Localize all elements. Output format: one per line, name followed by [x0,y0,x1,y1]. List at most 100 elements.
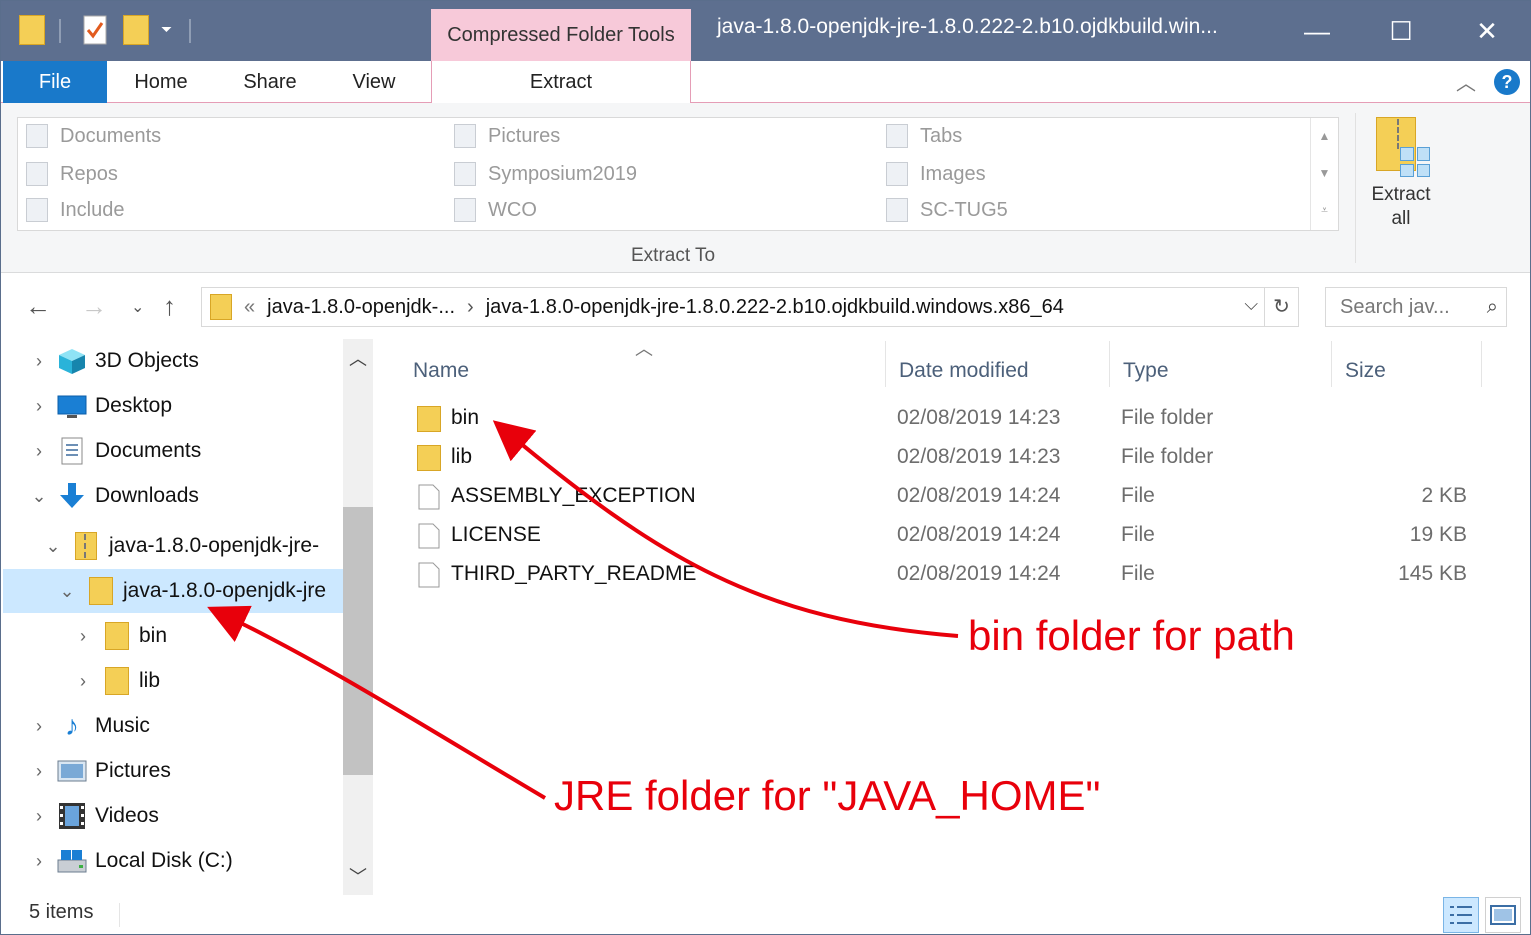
chevron-down-icon[interactable]: ⌄ [27,486,51,507]
extract-all-button[interactable]: Extract all [1363,117,1439,231]
chevron-up-icon[interactable]: ︿ [343,345,373,371]
extract-destination[interactable]: Include [26,198,125,222]
file-row[interactable]: LICENSE 02/08/2019 14:24 File 19 KB [411,515,1491,554]
tree-item-lib[interactable]: › lib [71,659,160,703]
breadcrumb-separator[interactable]: › [467,296,474,319]
extract-all-label: all [1391,208,1411,229]
chevron-right-icon[interactable]: › [27,761,51,782]
tree-item-pictures[interactable]: › Pictures [27,749,171,793]
tab-home[interactable]: Home [115,61,207,103]
tree-item-music[interactable]: › ♪ Music [27,704,150,748]
file-row[interactable]: THIRD_PARTY_README 02/08/2019 14:24 File… [411,554,1491,593]
tree-item-local-disk[interactable]: › Local Disk (C:) [27,839,233,883]
close-button[interactable]: ✕ [1457,9,1517,53]
file-row[interactable]: lib 02/08/2019 14:23 File folder [411,437,1491,476]
extract-destination[interactable]: SC-TUG5 [886,198,1008,222]
folder-icon [886,198,908,222]
chevron-right-icon[interactable]: › [71,671,95,692]
extract-destination[interactable]: Images [886,162,986,186]
forward-arrow-icon[interactable]: → [81,291,107,322]
column-header-date[interactable]: Date modified [899,351,1029,391]
tree-item-jre-folder[interactable]: ⌄ java-1.8.0-openjdk-jre [55,569,343,613]
extract-destination[interactable]: Symposium2019 [454,162,637,186]
item-count: 5 items [29,901,94,923]
title-bar: ⏷ Compressed Folder Tools java-1.8.0-ope… [1,1,1530,61]
tree-item-downloads[interactable]: ⌄ Downloads [27,474,199,518]
chevron-right-icon[interactable]: › [27,716,51,737]
breadcrumb-overflow[interactable]: « [244,296,255,319]
recent-locations-icon[interactable]: ⌄ [131,297,144,317]
status-divider [119,903,120,927]
tab-extract[interactable]: Extract [431,61,691,104]
breadcrumb-segment[interactable]: java-1.8.0-openjdk-... [267,296,455,319]
file-date: 02/08/2019 14:24 [897,562,1061,585]
large-icons-view-button[interactable] [1485,897,1521,933]
maximize-button[interactable]: ☐ [1371,9,1431,53]
status-bar: 5 items [1,895,1530,934]
chevron-right-icon[interactable]: › [27,441,51,462]
chevron-down-icon[interactable]: ⌵ [1244,294,1258,315]
file-row[interactable]: bin 02/08/2019 14:23 File folder [411,398,1491,437]
breadcrumb-segment[interactable]: java-1.8.0-openjdk-jre-1.8.0.222-2.b10.o… [486,296,1064,319]
navigation-bar: ← → ⌄ ↑ « java-1.8.0-openjdk-... › java-… [1,273,1530,339]
collapse-ribbon-icon[interactable]: ︿ [1456,67,1476,96]
tree-item-bin[interactable]: › bin [71,614,167,658]
column-divider[interactable] [1481,341,1482,387]
extract-destination[interactable]: Repos [26,162,118,186]
videos-icon [57,802,87,830]
tree-item-zip-folder[interactable]: ⌄ java-1.8.0-openjdk-jre- [41,524,319,568]
chevron-right-icon[interactable]: › [27,851,51,872]
tree-item-label: Documents [95,439,202,462]
extract-destination[interactable]: WCO [454,198,537,222]
column-header-size[interactable]: Size [1345,351,1386,391]
properties-icon[interactable] [83,15,107,50]
chevron-right-icon[interactable]: › [27,806,51,827]
downloads-icon [57,482,87,510]
chevron-right-icon[interactable]: › [27,396,51,417]
search-input[interactable]: Search jav... ⌕ [1325,287,1507,327]
documents-icon [57,437,87,465]
chevron-right-icon[interactable]: › [27,351,51,372]
details-view-button[interactable] [1443,897,1479,933]
column-divider[interactable] [885,341,886,387]
nav-scrollbar[interactable]: ︿ ﹀ [343,339,373,895]
extract-destination[interactable]: Documents [26,124,161,148]
ribbon-tabs: File Home Share View Extract ︿ ? [1,61,1530,104]
chevron-down-icon[interactable]: ⌄ [55,581,79,602]
scrollbar-thumb[interactable] [343,507,373,775]
gallery-expand-icon[interactable]: ⩡ [1311,192,1338,229]
tab-view[interactable]: View [331,61,417,103]
gallery-down-icon[interactable]: ▼ [1311,155,1338,192]
address-bar[interactable]: « java-1.8.0-openjdk-... › java-1.8.0-op… [201,287,1299,327]
search-placeholder: Search jav... [1340,296,1450,318]
chevron-down-icon[interactable]: ﹀ [343,863,373,889]
zip-folder-icon [71,532,101,560]
tree-item-videos[interactable]: › Videos [27,794,159,838]
tree-item-desktop[interactable]: › Desktop [27,384,172,428]
column-divider[interactable] [1331,341,1332,387]
tab-file[interactable]: File [3,61,107,103]
back-arrow-icon[interactable]: ← [25,291,51,322]
extract-destination[interactable]: Pictures [454,124,560,148]
column-header-name[interactable]: Name [413,351,469,391]
file-size: 19 KB [1409,523,1467,546]
qat-customize-icon[interactable]: ⏷ [161,21,172,38]
help-icon[interactable]: ? [1494,69,1520,95]
minimize-button[interactable]: — [1287,9,1347,53]
refresh-icon[interactable]: ↻ [1264,288,1298,326]
column-divider[interactable] [1109,341,1110,387]
chevron-down-icon[interactable]: ⌄ [41,536,65,557]
extract-all-label: Extract [1371,184,1431,205]
gallery-up-icon[interactable]: ▲ [1311,118,1338,155]
tab-share[interactable]: Share [225,61,315,103]
documents-icon [26,124,48,148]
folder-icon [26,198,48,222]
file-row[interactable]: ASSEMBLY_EXCEPTION 02/08/2019 14:24 File… [411,476,1491,515]
gallery-scroller: ▲ ▼ ⩡ [1310,118,1338,230]
tree-item-3d-objects[interactable]: › 3D Objects [27,339,199,383]
column-header-type[interactable]: Type [1123,351,1169,391]
up-arrow-icon[interactable]: ↑ [163,291,176,322]
tree-item-documents[interactable]: › Documents [27,429,201,473]
chevron-right-icon[interactable]: › [71,626,95,647]
extract-destination[interactable]: Tabs [886,124,962,148]
